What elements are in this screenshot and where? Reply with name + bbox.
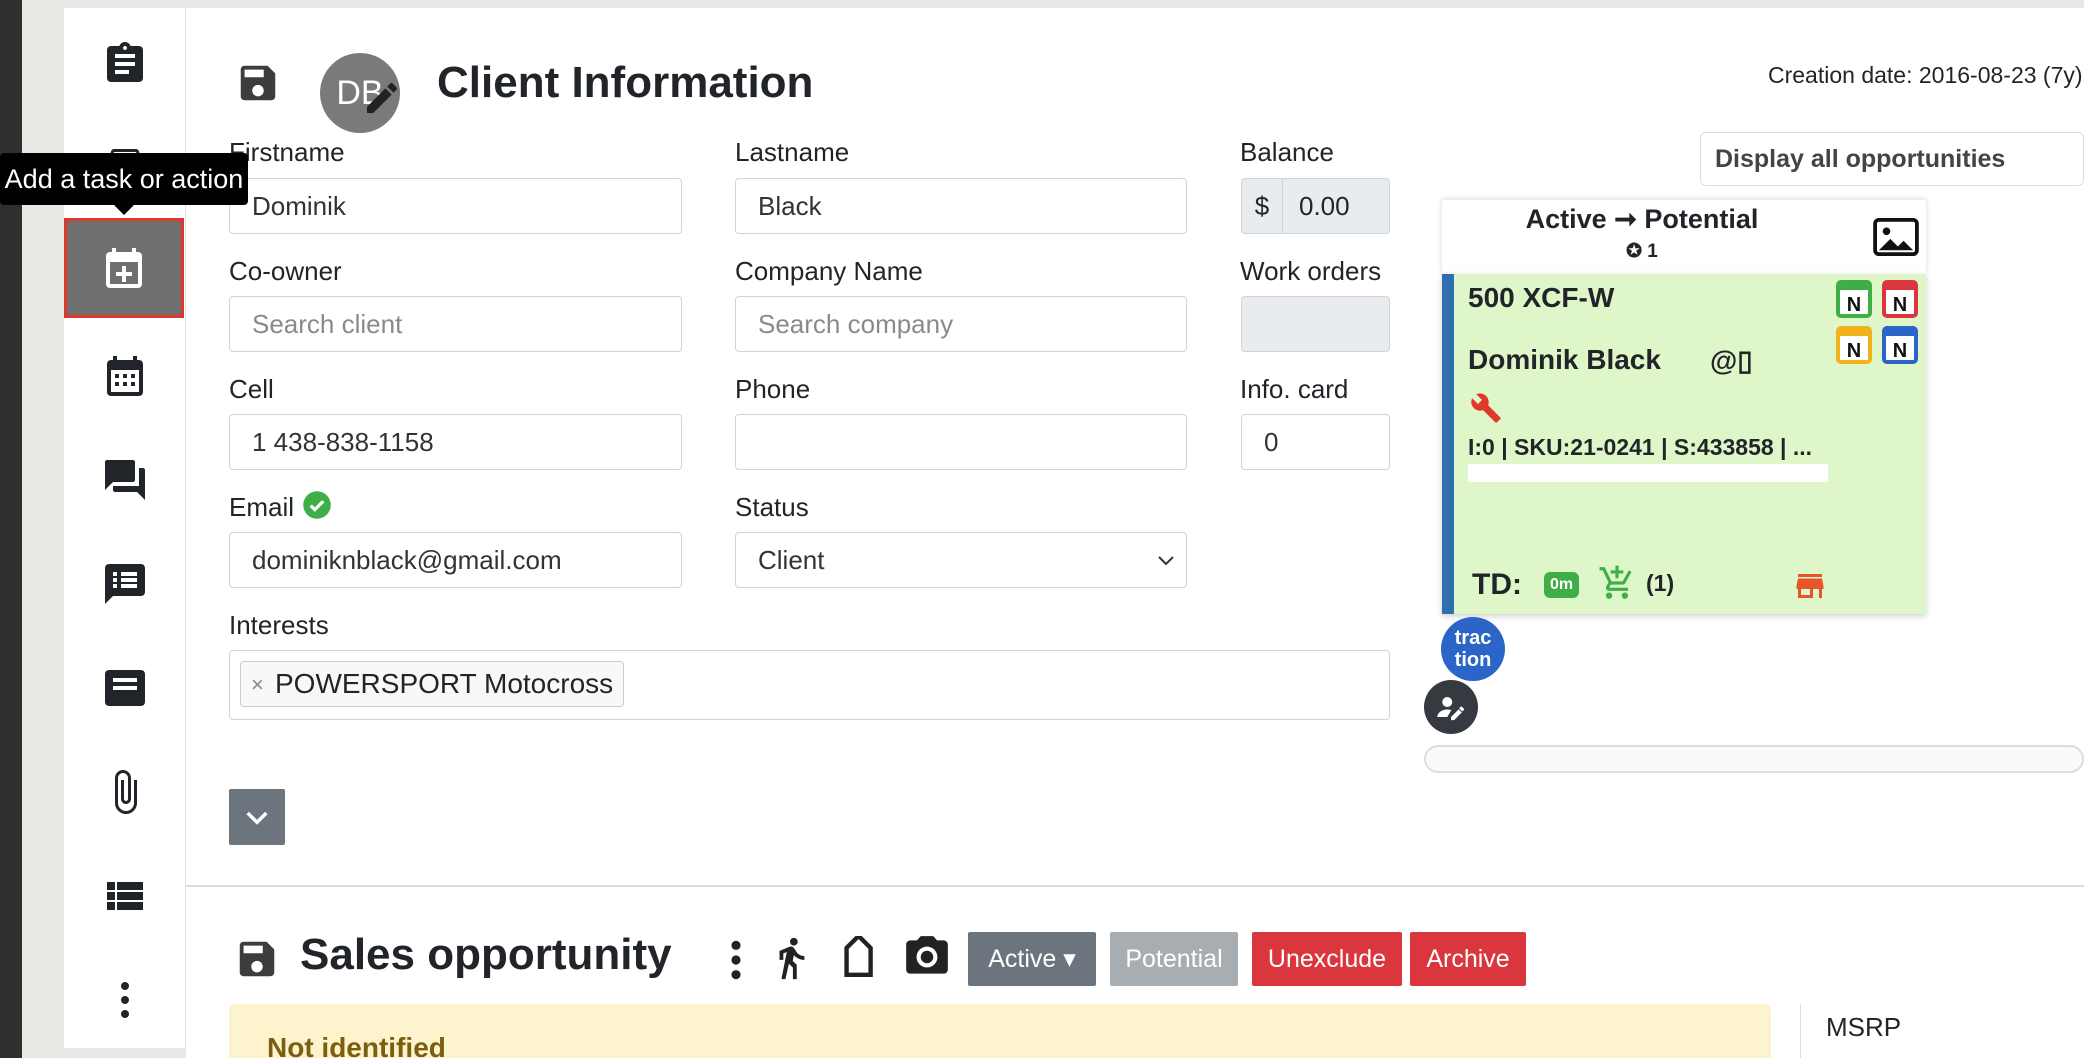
sales-opportunity-title: Sales opportunity (300, 930, 672, 979)
calendar-plus-icon (106, 248, 142, 288)
progress-bar (1468, 464, 1828, 482)
opportunity-card[interactable]: 500 XCF-W Dominik Black @▯ I:0 | SKU:21-… (1442, 274, 1926, 614)
svg-text:N: N (1893, 294, 1907, 316)
potential-button[interactable]: Potential (1110, 932, 1238, 986)
workorders-label: Work orders (1240, 256, 1382, 286)
firstname-input[interactable]: Dominik (229, 178, 682, 234)
coowner-search-input[interactable]: Search client (229, 296, 682, 352)
store-icon (1796, 574, 1824, 598)
interest-tag-label: POWERSPORT Motocross (275, 668, 614, 699)
camera-icon[interactable] (902, 932, 952, 982)
unexclude-button[interactable]: Unexclude (1252, 932, 1402, 986)
interests-label: Interests (229, 610, 329, 640)
opportunities-filter-select[interactable]: Display all opportunities (1700, 132, 2084, 186)
vehicle-details: I:0 | SKU:21-0241 | S:433858 | ... (1468, 434, 1813, 460)
calendar-icon[interactable] (64, 326, 186, 426)
chevron-down-icon (246, 811, 268, 825)
balance-label: Balance (1240, 137, 1334, 167)
status-value: Client (758, 544, 825, 575)
calendar-badge-red-icon[interactable]: N (1882, 276, 1918, 318)
status-active-dropdown[interactable]: Active ▾ (968, 932, 1096, 986)
page-title: Client Information (437, 58, 814, 107)
alert-text: Not identified (267, 1032, 446, 1058)
more-vertical-icon[interactable] (64, 950, 186, 1050)
interest-tag: × POWERSPORT Motocross (240, 661, 625, 707)
time-badge: 0m (1544, 572, 1580, 598)
phone-input[interactable] (735, 414, 1187, 470)
tooltip: Add a task or action (0, 153, 248, 215)
currency-prefix: $ (1241, 178, 1283, 234)
message-icon[interactable] (64, 638, 186, 738)
client-name: Dominik Black (1468, 344, 1661, 375)
lastname-label: Lastname (735, 137, 850, 167)
tag-icon[interactable] (836, 936, 884, 984)
interests-input[interactable]: × POWERSPORT Motocross (229, 650, 1390, 720)
company-label: Company Name (735, 256, 923, 286)
status-label: Status (735, 492, 809, 522)
list-icon[interactable] (64, 846, 186, 946)
brand-logo: trac tion (1441, 617, 1505, 681)
workorders-field (1241, 296, 1390, 352)
cell-label: Cell (229, 374, 274, 404)
wrench-icon (1471, 393, 1501, 423)
vehicle-model: 500 XCF-W (1468, 282, 1615, 313)
opportunity-card-header: Active ➞ Potential ✪ 1 (1442, 200, 1926, 274)
test-drive-label: TD: (1472, 568, 1522, 601)
infocard-label: Info. card (1240, 374, 1349, 404)
edit-pencil-icon[interactable] (362, 78, 402, 118)
horizontal-scrollbar[interactable] (1424, 745, 2084, 773)
identification-alert: Not identified (229, 1004, 1771, 1058)
calendar-badge-green-icon[interactable]: N (1836, 276, 1872, 318)
walk-in-icon[interactable] (768, 930, 814, 986)
attachment-icon[interactable] (64, 742, 186, 842)
phone-label: Phone (735, 374, 811, 404)
email-label: Email (229, 492, 295, 522)
messages-icon[interactable] (64, 430, 186, 530)
lastname-input[interactable]: Black (735, 178, 1187, 234)
cell-input[interactable]: 1 438-838-1158 (229, 414, 682, 470)
calendar-badge-blue-icon[interactable]: N (1882, 322, 1918, 364)
status-select[interactable]: Client (735, 532, 1187, 588)
svg-text:N: N (1893, 340, 1907, 362)
assign-user-button[interactable] (1424, 680, 1478, 734)
tag-remove-button[interactable]: × (251, 672, 264, 698)
creation-date: Creation date: 2016-08-23 (7y) (1768, 62, 2083, 88)
more-vertical-icon[interactable] (722, 938, 750, 982)
user-edit-icon (1437, 697, 1465, 721)
archive-button[interactable]: Archive (1410, 932, 1526, 986)
divider (1800, 1004, 1801, 1058)
email-input[interactable]: dominiknblack@gmail.com (229, 532, 682, 588)
save-icon[interactable] (235, 60, 281, 106)
coowner-label: Co-owner (229, 256, 342, 286)
image-icon[interactable] (1872, 218, 1920, 256)
company-search-input[interactable]: Search company (735, 296, 1187, 352)
verified-check-icon (303, 491, 331, 519)
opportunity-count: ✪ 1 (1626, 241, 1658, 262)
opportunity-stage: Active ➞ Potential (1525, 204, 1759, 234)
msrp-label: MSRP (1826, 1012, 1902, 1042)
save-icon[interactable] (234, 936, 280, 982)
infocard-input[interactable]: 0 (1241, 414, 1390, 470)
svg-text:N: N (1847, 294, 1861, 316)
balance-input: 0.00 (1282, 178, 1390, 234)
svg-text:N: N (1847, 340, 1861, 362)
calendar-badge-yellow-icon[interactable]: N (1836, 322, 1872, 364)
chevron-down-icon (1158, 556, 1174, 566)
expand-form-button[interactable] (229, 789, 285, 845)
contact-methods: @▯ (1710, 345, 1753, 376)
add-task-button[interactable] (64, 218, 184, 318)
notes-list-icon[interactable] (64, 534, 186, 634)
clipboard-icon[interactable] (64, 14, 186, 114)
section-divider (186, 885, 2084, 887)
add-cart-icon[interactable] (1598, 564, 1636, 602)
cart-count: (1) (1646, 570, 1675, 596)
